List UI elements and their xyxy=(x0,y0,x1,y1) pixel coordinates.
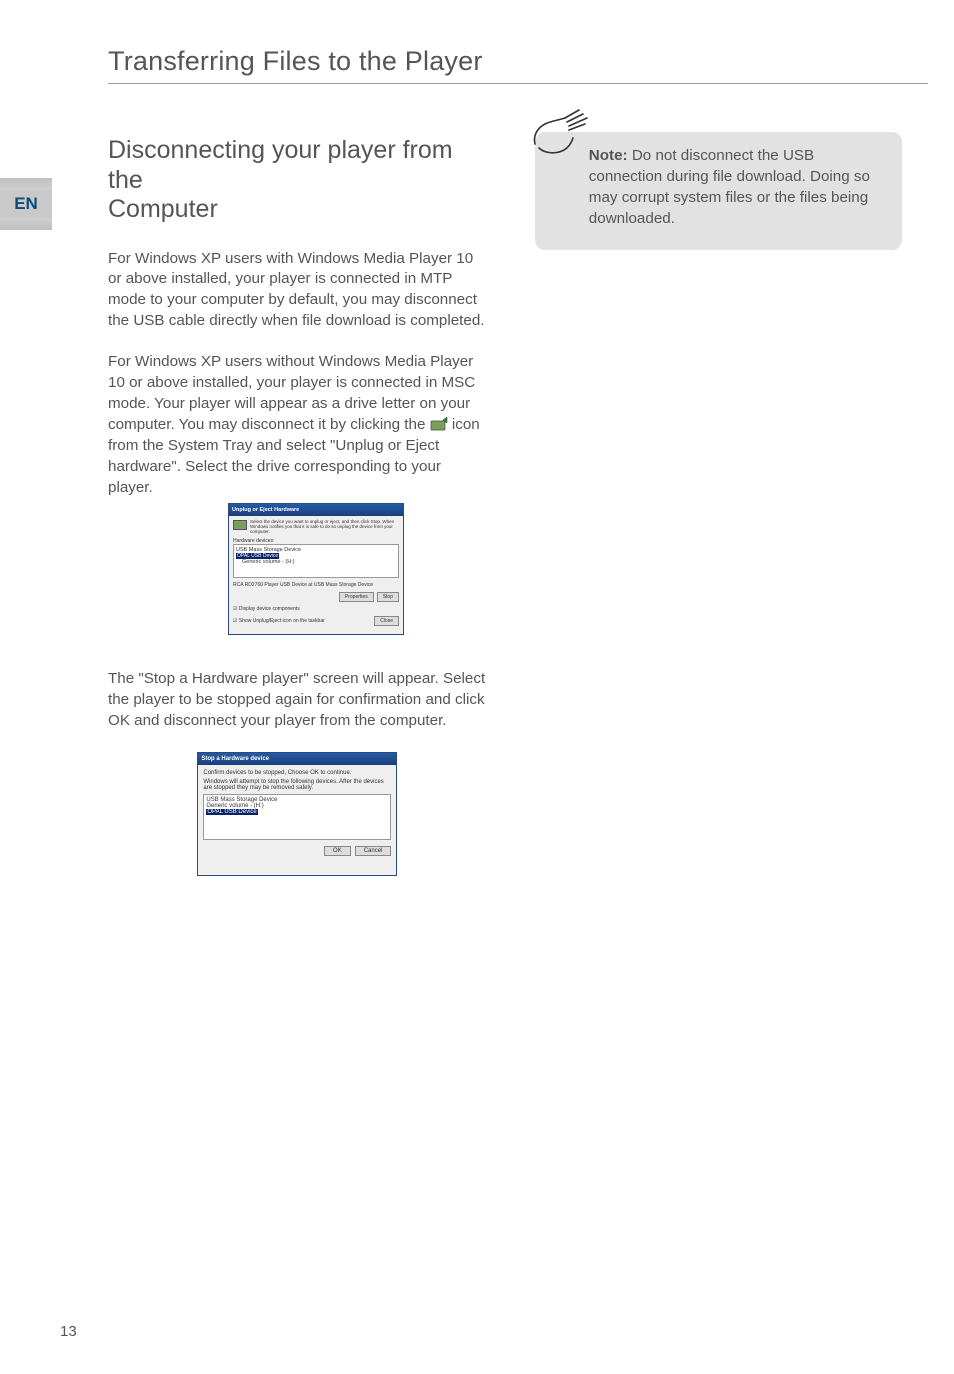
shot2-ok-button[interactable]: OK xyxy=(324,846,351,856)
shot1-titlebar: Unplug or Eject Hardware xyxy=(229,504,403,516)
screenshot-stop-hardware: Stop a Hardware device Confirm devices t… xyxy=(197,752,397,876)
left-column: Disconnecting your player from the Compu… xyxy=(108,136,487,876)
language-tab: EN xyxy=(0,178,52,230)
note-callout: Note: Do not disconnect the USB connecti… xyxy=(535,132,902,250)
shot1-chk1[interactable]: ☑ Display device components xyxy=(233,606,399,612)
shot1-close-button[interactable]: Close xyxy=(374,616,399,626)
right-column: Note: Do not disconnect the USB connecti… xyxy=(535,136,902,876)
subsection-title-line2: Computer xyxy=(108,195,218,223)
hand-note-icon xyxy=(529,104,593,165)
shot2-line2: Windows will attempt to stop the followi… xyxy=(203,779,391,791)
shot1-tree-sub: Generic volume - (H:) xyxy=(236,559,396,565)
card-icon xyxy=(233,520,247,530)
shot1-chk2-label: Show Unplug/Eject icon on the taskbar xyxy=(239,618,325,624)
shot1-helper: Select the device you want to unplug or … xyxy=(250,520,399,535)
subsection-title-line1: Disconnecting your player from the xyxy=(108,136,453,194)
shot1-chk1-label: Display device components xyxy=(239,606,300,612)
shot1-bottomrow: ☑ Show Unplug/Eject icon on the taskbar … xyxy=(233,616,399,626)
shot1-stop-button[interactable]: Stop xyxy=(377,592,399,602)
note-label: Note: xyxy=(589,147,628,164)
shot1-properties-button[interactable]: Properties xyxy=(339,592,374,602)
section-rule xyxy=(108,83,928,84)
shot2-cancel-button[interactable]: Cancel xyxy=(355,846,392,856)
eject-card-icon xyxy=(430,417,448,431)
shot1-tree[interactable]: USB Mass Storage Device OPAL USB Device … xyxy=(233,544,399,578)
paragraph-3: The "Stop a Hardware player" screen will… xyxy=(108,669,487,732)
screenshot-unplug-eject: Unplug or Eject Hardware Select the devi… xyxy=(228,503,404,635)
paragraph-2: For Windows XP users without Windows Med… xyxy=(108,352,487,499)
shot2-listbox[interactable]: USB Mass Storage Device Generic volume -… xyxy=(203,794,391,840)
shot2-titlebar: Stop a Hardware device xyxy=(198,753,396,765)
shot1-chk2[interactable]: ☑ Show Unplug/Eject icon on the taskbar xyxy=(233,618,325,624)
language-tab-label: EN xyxy=(14,194,38,214)
shot1-device-line: RCA RD2760 Player USB Device at USB Mass… xyxy=(233,582,399,588)
shot2-item3-selected[interactable]: OPAL USB Device xyxy=(206,809,257,815)
paragraph-2a: For Windows XP users without Windows Med… xyxy=(108,353,475,433)
section-title: Transferring Files to the Player xyxy=(108,46,902,77)
page-number: 13 xyxy=(60,1323,77,1340)
note-body: Do not disconnect the USB connection dur… xyxy=(589,147,870,227)
paragraph-1: For Windows XP users with Windows Media … xyxy=(108,249,487,333)
subsection-title: Disconnecting your player from the Compu… xyxy=(108,136,487,225)
shot2-line1: Confirm devices to be stopped, Choose OK… xyxy=(203,770,391,776)
